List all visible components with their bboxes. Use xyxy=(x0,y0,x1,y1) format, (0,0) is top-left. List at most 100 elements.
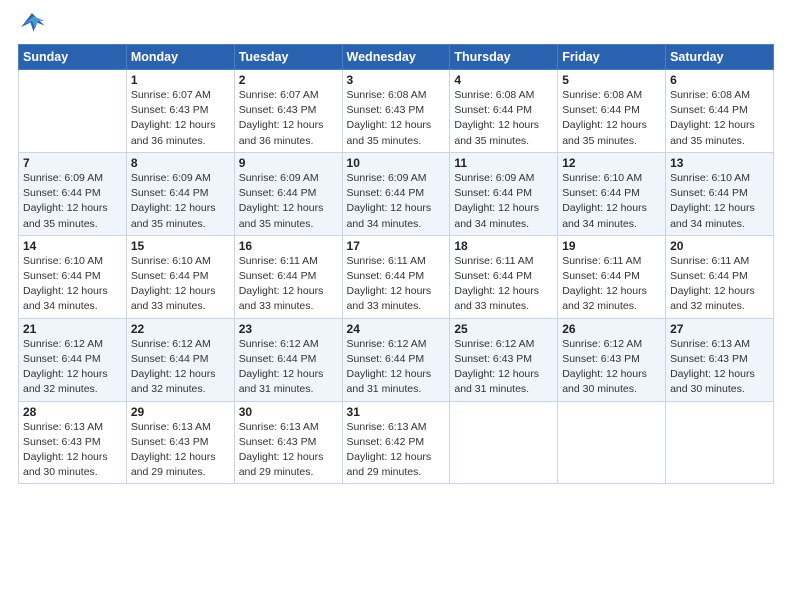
weekday-header: Wednesday xyxy=(342,45,450,70)
day-number: 19 xyxy=(562,239,661,253)
calendar-cell: 8Sunrise: 6:09 AMSunset: 6:44 PMDaylight… xyxy=(126,152,234,235)
day-detail: Sunrise: 6:12 AMSunset: 6:43 PMDaylight:… xyxy=(454,337,553,398)
weekday-header: Sunday xyxy=(19,45,127,70)
day-number: 1 xyxy=(131,73,230,87)
day-number: 21 xyxy=(23,322,122,336)
day-number: 30 xyxy=(239,405,338,419)
day-detail: Sunrise: 6:13 AMSunset: 6:43 PMDaylight:… xyxy=(23,420,122,481)
day-detail: Sunrise: 6:11 AMSunset: 6:44 PMDaylight:… xyxy=(347,254,446,315)
day-number: 7 xyxy=(23,156,122,170)
day-detail: Sunrise: 6:10 AMSunset: 6:44 PMDaylight:… xyxy=(131,254,230,315)
day-number: 14 xyxy=(23,239,122,253)
day-number: 13 xyxy=(670,156,769,170)
day-number: 27 xyxy=(670,322,769,336)
calendar-week-row: 28Sunrise: 6:13 AMSunset: 6:43 PMDayligh… xyxy=(19,401,774,484)
day-number: 17 xyxy=(347,239,446,253)
day-number: 18 xyxy=(454,239,553,253)
calendar-cell: 29Sunrise: 6:13 AMSunset: 6:43 PMDayligh… xyxy=(126,401,234,484)
calendar-cell: 15Sunrise: 6:10 AMSunset: 6:44 PMDayligh… xyxy=(126,235,234,318)
calendar-cell: 28Sunrise: 6:13 AMSunset: 6:43 PMDayligh… xyxy=(19,401,127,484)
calendar-cell: 7Sunrise: 6:09 AMSunset: 6:44 PMDaylight… xyxy=(19,152,127,235)
calendar-body: 1Sunrise: 6:07 AMSunset: 6:43 PMDaylight… xyxy=(19,70,774,484)
day-detail: Sunrise: 6:10 AMSunset: 6:44 PMDaylight:… xyxy=(562,171,661,232)
day-detail: Sunrise: 6:09 AMSunset: 6:44 PMDaylight:… xyxy=(239,171,338,232)
day-number: 3 xyxy=(347,73,446,87)
calendar-cell: 13Sunrise: 6:10 AMSunset: 6:44 PMDayligh… xyxy=(666,152,774,235)
calendar-cell: 25Sunrise: 6:12 AMSunset: 6:43 PMDayligh… xyxy=(450,318,558,401)
calendar-cell xyxy=(19,70,127,153)
day-detail: Sunrise: 6:10 AMSunset: 6:44 PMDaylight:… xyxy=(670,171,769,232)
day-number: 2 xyxy=(239,73,338,87)
calendar-cell: 3Sunrise: 6:08 AMSunset: 6:43 PMDaylight… xyxy=(342,70,450,153)
day-number: 20 xyxy=(670,239,769,253)
day-number: 5 xyxy=(562,73,661,87)
calendar-cell: 19Sunrise: 6:11 AMSunset: 6:44 PMDayligh… xyxy=(558,235,666,318)
day-number: 24 xyxy=(347,322,446,336)
day-detail: Sunrise: 6:09 AMSunset: 6:44 PMDaylight:… xyxy=(454,171,553,232)
day-detail: Sunrise: 6:12 AMSunset: 6:43 PMDaylight:… xyxy=(562,337,661,398)
day-number: 10 xyxy=(347,156,446,170)
day-detail: Sunrise: 6:09 AMSunset: 6:44 PMDaylight:… xyxy=(23,171,122,232)
day-detail: Sunrise: 6:10 AMSunset: 6:44 PMDaylight:… xyxy=(23,254,122,315)
calendar-cell: 6Sunrise: 6:08 AMSunset: 6:44 PMDaylight… xyxy=(666,70,774,153)
day-detail: Sunrise: 6:08 AMSunset: 6:44 PMDaylight:… xyxy=(562,88,661,149)
day-detail: Sunrise: 6:11 AMSunset: 6:44 PMDaylight:… xyxy=(670,254,769,315)
day-detail: Sunrise: 6:07 AMSunset: 6:43 PMDaylight:… xyxy=(239,88,338,149)
calendar-cell: 16Sunrise: 6:11 AMSunset: 6:44 PMDayligh… xyxy=(234,235,342,318)
day-detail: Sunrise: 6:07 AMSunset: 6:43 PMDaylight:… xyxy=(131,88,230,149)
calendar-cell: 31Sunrise: 6:13 AMSunset: 6:42 PMDayligh… xyxy=(342,401,450,484)
calendar-week-row: 7Sunrise: 6:09 AMSunset: 6:44 PMDaylight… xyxy=(19,152,774,235)
calendar-cell xyxy=(666,401,774,484)
day-number: 23 xyxy=(239,322,338,336)
day-detail: Sunrise: 6:12 AMSunset: 6:44 PMDaylight:… xyxy=(239,337,338,398)
day-detail: Sunrise: 6:13 AMSunset: 6:43 PMDaylight:… xyxy=(131,420,230,481)
day-detail: Sunrise: 6:13 AMSunset: 6:42 PMDaylight:… xyxy=(347,420,446,481)
calendar-week-row: 14Sunrise: 6:10 AMSunset: 6:44 PMDayligh… xyxy=(19,235,774,318)
logo-bird-icon xyxy=(18,10,46,38)
page: SundayMondayTuesdayWednesdayThursdayFrid… xyxy=(0,0,792,612)
calendar-cell: 21Sunrise: 6:12 AMSunset: 6:44 PMDayligh… xyxy=(19,318,127,401)
weekday-header: Monday xyxy=(126,45,234,70)
day-number: 15 xyxy=(131,239,230,253)
day-detail: Sunrise: 6:08 AMSunset: 6:44 PMDaylight:… xyxy=(670,88,769,149)
logo xyxy=(18,10,50,38)
day-detail: Sunrise: 6:11 AMSunset: 6:44 PMDaylight:… xyxy=(562,254,661,315)
calendar-cell: 24Sunrise: 6:12 AMSunset: 6:44 PMDayligh… xyxy=(342,318,450,401)
day-detail: Sunrise: 6:11 AMSunset: 6:44 PMDaylight:… xyxy=(239,254,338,315)
day-detail: Sunrise: 6:08 AMSunset: 6:44 PMDaylight:… xyxy=(454,88,553,149)
day-number: 11 xyxy=(454,156,553,170)
calendar-cell: 30Sunrise: 6:13 AMSunset: 6:43 PMDayligh… xyxy=(234,401,342,484)
calendar-cell: 10Sunrise: 6:09 AMSunset: 6:44 PMDayligh… xyxy=(342,152,450,235)
calendar-cell: 22Sunrise: 6:12 AMSunset: 6:44 PMDayligh… xyxy=(126,318,234,401)
calendar-cell: 12Sunrise: 6:10 AMSunset: 6:44 PMDayligh… xyxy=(558,152,666,235)
calendar-cell: 17Sunrise: 6:11 AMSunset: 6:44 PMDayligh… xyxy=(342,235,450,318)
header-area xyxy=(18,10,774,38)
calendar-cell xyxy=(558,401,666,484)
calendar-cell: 1Sunrise: 6:07 AMSunset: 6:43 PMDaylight… xyxy=(126,70,234,153)
day-number: 16 xyxy=(239,239,338,253)
calendar-cell: 23Sunrise: 6:12 AMSunset: 6:44 PMDayligh… xyxy=(234,318,342,401)
calendar-table: SundayMondayTuesdayWednesdayThursdayFrid… xyxy=(18,44,774,484)
day-number: 31 xyxy=(347,405,446,419)
calendar-cell xyxy=(450,401,558,484)
day-detail: Sunrise: 6:11 AMSunset: 6:44 PMDaylight:… xyxy=(454,254,553,315)
day-number: 28 xyxy=(23,405,122,419)
weekday-header: Friday xyxy=(558,45,666,70)
calendar-week-row: 21Sunrise: 6:12 AMSunset: 6:44 PMDayligh… xyxy=(19,318,774,401)
day-detail: Sunrise: 6:09 AMSunset: 6:44 PMDaylight:… xyxy=(347,171,446,232)
weekday-row: SundayMondayTuesdayWednesdayThursdayFrid… xyxy=(19,45,774,70)
calendar-cell: 20Sunrise: 6:11 AMSunset: 6:44 PMDayligh… xyxy=(666,235,774,318)
day-detail: Sunrise: 6:08 AMSunset: 6:43 PMDaylight:… xyxy=(347,88,446,149)
calendar-cell: 11Sunrise: 6:09 AMSunset: 6:44 PMDayligh… xyxy=(450,152,558,235)
day-number: 9 xyxy=(239,156,338,170)
calendar-cell: 27Sunrise: 6:13 AMSunset: 6:43 PMDayligh… xyxy=(666,318,774,401)
calendar-cell: 5Sunrise: 6:08 AMSunset: 6:44 PMDaylight… xyxy=(558,70,666,153)
weekday-header: Thursday xyxy=(450,45,558,70)
day-detail: Sunrise: 6:09 AMSunset: 6:44 PMDaylight:… xyxy=(131,171,230,232)
calendar-cell: 14Sunrise: 6:10 AMSunset: 6:44 PMDayligh… xyxy=(19,235,127,318)
day-detail: Sunrise: 6:12 AMSunset: 6:44 PMDaylight:… xyxy=(347,337,446,398)
calendar-cell: 26Sunrise: 6:12 AMSunset: 6:43 PMDayligh… xyxy=(558,318,666,401)
day-number: 8 xyxy=(131,156,230,170)
day-number: 22 xyxy=(131,322,230,336)
day-detail: Sunrise: 6:12 AMSunset: 6:44 PMDaylight:… xyxy=(23,337,122,398)
